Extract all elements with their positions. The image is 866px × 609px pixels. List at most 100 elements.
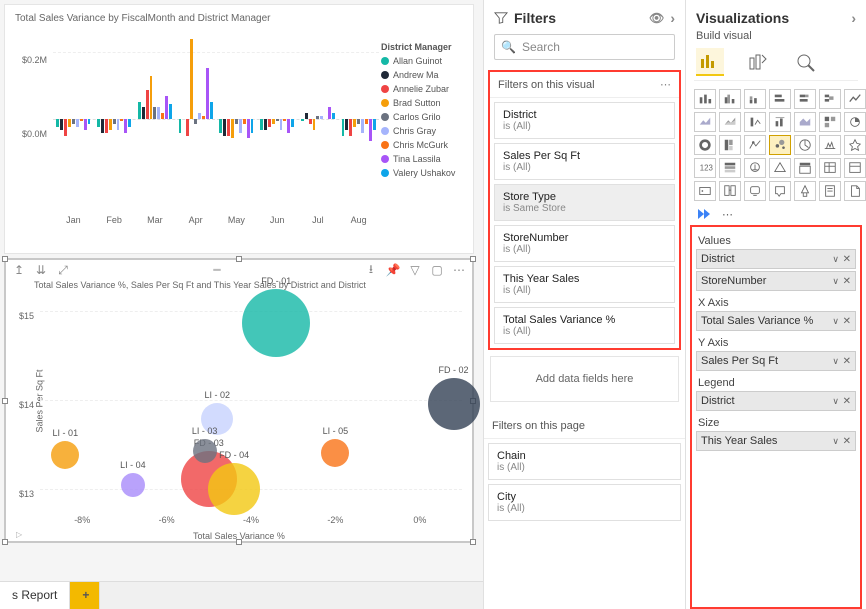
focus-icon[interactable]: ▢ <box>430 263 444 277</box>
viz-type-icon[interactable] <box>744 89 766 109</box>
export-icon[interactable]: ⭳ <box>364 263 378 277</box>
format-visual-tab[interactable] <box>744 48 772 76</box>
legend-item[interactable]: Chris McGurk <box>381 138 469 152</box>
filter-icon[interactable]: ▽ <box>408 263 422 277</box>
well-yaxis[interactable]: Sales Per Sq Ft∨✕ <box>696 351 856 371</box>
viz-type-icon[interactable] <box>744 181 766 201</box>
viz-type-icon[interactable] <box>819 89 841 109</box>
viz-type-icon[interactable] <box>819 181 841 201</box>
remove-icon[interactable]: ✕ <box>843 436 851 447</box>
more-visuals-icon[interactable]: ⋯ <box>718 208 733 221</box>
remove-icon[interactable]: ✕ <box>843 276 851 287</box>
viz-type-icon[interactable] <box>719 158 741 178</box>
viz-type-icon[interactable] <box>769 135 791 155</box>
tab-report[interactable]: s Report <box>0 582 70 609</box>
filter-card[interactable]: Store Typeis Same Store <box>494 184 675 221</box>
filter-card[interactable]: This Year Salesis (All) <box>494 266 675 303</box>
viz-type-icon[interactable] <box>794 89 816 109</box>
legend-item[interactable]: Andrew Ma <box>381 68 469 82</box>
viz-type-icon[interactable] <box>819 112 841 132</box>
tab-add[interactable]: + <box>70 582 100 609</box>
play-axis-icon[interactable]: ▷ <box>16 530 22 539</box>
legend-item[interactable]: Valery Ushakov <box>381 166 469 180</box>
remove-icon[interactable]: ✕ <box>843 396 851 407</box>
bubble[interactable] <box>208 463 260 515</box>
viz-type-icon[interactable]: 123 <box>694 158 716 178</box>
viz-type-icon[interactable] <box>794 112 816 132</box>
drill-down-icon[interactable]: ⇊ <box>34 263 48 277</box>
viz-type-icon[interactable] <box>694 181 716 201</box>
well-size[interactable]: This Year Sales∨✕ <box>696 431 856 451</box>
well-values-district[interactable]: District∨✕ <box>696 249 856 269</box>
chart2-xlabel: Total Sales Variance % <box>6 531 472 541</box>
viz-type-icon[interactable] <box>719 112 741 132</box>
viz-type-icon[interactable] <box>719 135 741 155</box>
viz-type-icon[interactable] <box>819 135 841 155</box>
viz-type-icon[interactable] <box>769 158 791 178</box>
viz-type-icon[interactable] <box>769 112 791 132</box>
more-icon[interactable]: ⋯ <box>452 263 466 277</box>
bar-chart-visual[interactable]: Total Sales Variance by FiscalMonth and … <box>4 4 474 254</box>
well-xaxis[interactable]: Total Sales Variance %∨✕ <box>696 311 856 331</box>
viz-type-icon[interactable] <box>744 112 766 132</box>
viz-type-icon[interactable] <box>844 158 866 178</box>
report-canvas[interactable]: Total Sales Variance by FiscalMonth and … <box>0 0 483 609</box>
viz-type-icon[interactable] <box>844 181 866 201</box>
viz-type-icon[interactable] <box>844 112 866 132</box>
filter-card[interactable]: Chainis (All) <box>488 443 681 480</box>
remove-icon[interactable]: ✕ <box>843 316 851 327</box>
legend-item[interactable]: Brad Sutton <box>381 96 469 110</box>
well-values-storenumber[interactable]: StoreNumber∨✕ <box>696 271 856 291</box>
viz-type-icon[interactable] <box>744 158 766 178</box>
add-fields-dropzone[interactable]: Add data fields here <box>490 356 679 402</box>
viz-type-icon[interactable] <box>794 181 816 201</box>
search-input[interactable]: 🔍 Search <box>494 34 675 60</box>
build-visual-tab[interactable] <box>696 48 724 76</box>
legend-item[interactable]: Annelie Zubar <box>381 82 469 96</box>
viz-type-icon[interactable] <box>719 181 741 201</box>
bubble[interactable] <box>428 378 480 430</box>
bubble[interactable] <box>321 439 349 467</box>
viz-type-icon[interactable] <box>794 135 816 155</box>
filters-title: Filters <box>514 10 556 26</box>
legend-item[interactable]: Carlos Grilo <box>381 110 469 124</box>
eye-icon[interactable]: 👁 <box>649 11 664 25</box>
filter-card[interactable]: Total Sales Variance %is (All) <box>494 307 675 344</box>
remove-icon[interactable]: ✕ <box>843 356 851 367</box>
pin-icon[interactable]: 📌 <box>386 263 400 277</box>
viz-type-icon[interactable] <box>744 135 766 155</box>
viz-type-icon[interactable] <box>794 158 816 178</box>
legend-item[interactable]: Allan Guinot <box>381 54 469 68</box>
viz-type-icon[interactable] <box>694 135 716 155</box>
legend-item[interactable]: Chris Gray <box>381 124 469 138</box>
drill-up-icon[interactable]: ↥ <box>12 263 26 277</box>
analytics-tab[interactable] <box>792 48 820 76</box>
bubble[interactable] <box>121 473 145 497</box>
power-automate-icon[interactable] <box>696 207 712 221</box>
viz-type-icon[interactable] <box>769 181 791 201</box>
viz-type-icon[interactable] <box>694 112 716 132</box>
collapse-icon[interactable]: › <box>670 10 675 26</box>
legend-item[interactable]: Tina Lassila <box>381 152 469 166</box>
filter-card[interactable]: StoreNumberis (All) <box>494 225 675 262</box>
more-icon[interactable]: ⋯ <box>660 78 671 91</box>
collapse-icon[interactable]: › <box>851 10 856 26</box>
bubble[interactable] <box>193 439 217 463</box>
viz-type-icon[interactable] <box>719 89 741 109</box>
remove-icon[interactable]: ✕ <box>843 254 851 265</box>
viz-type-icon[interactable] <box>844 135 866 155</box>
viz-type-icon[interactable] <box>844 89 866 109</box>
chart1-xaxis: JanFebMarAprMayJunJulAug <box>53 215 379 229</box>
bubble[interactable] <box>51 441 79 469</box>
bubble[interactable] <box>242 289 310 357</box>
filter-card[interactable]: Districtis (All) <box>494 102 675 139</box>
viz-type-icon[interactable] <box>819 158 841 178</box>
visualization-type-grid: 123 <box>686 81 866 205</box>
filter-card[interactable]: Sales Per Sq Ftis (All) <box>494 143 675 180</box>
well-legend[interactable]: District∨✕ <box>696 391 856 411</box>
viz-type-icon[interactable] <box>769 89 791 109</box>
expand-icon[interactable]: ⤢ <box>56 263 70 277</box>
scatter-chart-visual[interactable]: ↥ ⇊ ⤢ ━ ⭳ 📌 ▽ ▢ ⋯ Total Sales Variance %… <box>4 258 474 543</box>
filter-card[interactable]: Cityis (All) <box>488 484 681 521</box>
viz-type-icon[interactable] <box>694 89 716 109</box>
